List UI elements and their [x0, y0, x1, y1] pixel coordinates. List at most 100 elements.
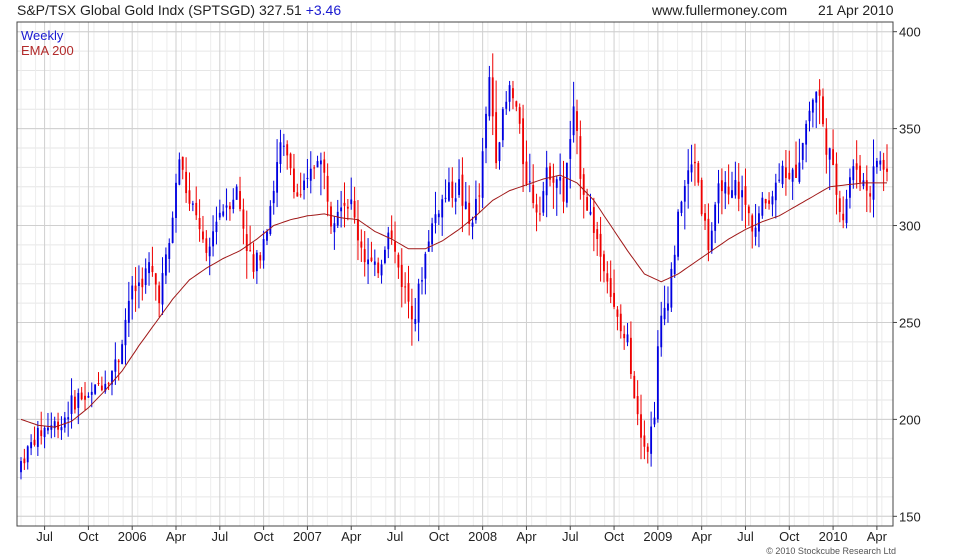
candle-body [225, 205, 228, 208]
candle-body [353, 200, 356, 218]
candle-body [255, 252, 258, 272]
candle-body [677, 211, 680, 257]
candle-body [383, 249, 386, 263]
candle-body [326, 175, 329, 202]
candle-body [835, 163, 838, 195]
candle-body [586, 197, 589, 211]
candle-body [838, 198, 841, 212]
candle-body [299, 194, 302, 196]
candle-body [582, 174, 585, 195]
x-tick-label: Oct [604, 529, 625, 544]
copyright-text: © 2010 Stockcube Research Ltd [766, 546, 896, 556]
candle-body [313, 167, 316, 169]
candle-body [228, 205, 231, 210]
candle-body [650, 426, 653, 454]
candle-body [704, 213, 706, 221]
candle-body [343, 202, 346, 206]
candle-body [538, 213, 541, 215]
candle-body [424, 253, 427, 279]
candle-body [30, 442, 33, 449]
candle-body [451, 181, 454, 198]
candle-body [20, 461, 22, 473]
candle-body [518, 107, 521, 124]
candle-body [636, 396, 639, 415]
candle-body [276, 162, 279, 193]
candle-body [198, 217, 201, 230]
candle-body [798, 162, 801, 182]
candle-body [683, 185, 686, 202]
candle-body [161, 273, 164, 305]
candle-body [656, 346, 659, 420]
candle-body [390, 230, 393, 239]
candle-body [707, 218, 710, 251]
candle-body [720, 180, 723, 192]
candle-body [562, 177, 565, 202]
candle-body [734, 180, 737, 196]
candle-body [481, 151, 484, 198]
x-tick-label: Apr [516, 529, 537, 544]
candle-body [387, 232, 390, 250]
candle-body [434, 214, 437, 224]
candle-body [522, 118, 525, 165]
candle-body [512, 88, 514, 99]
candle-body [700, 179, 703, 215]
candle-body [697, 163, 700, 183]
candle-body [774, 182, 777, 201]
candle-body [357, 219, 359, 241]
candle-body [43, 427, 46, 438]
candle-body [764, 198, 767, 204]
candle-body [842, 213, 845, 221]
candle-body [188, 190, 191, 204]
candle-body [350, 199, 353, 205]
x-tick-label: Apr [166, 529, 187, 544]
candle-body [818, 89, 821, 96]
candle-body [36, 427, 39, 447]
candle-body [168, 242, 171, 259]
candle-body [340, 207, 343, 212]
candle-body [515, 101, 518, 107]
candle-body [148, 262, 150, 274]
candle-body [458, 179, 460, 195]
candle-body [781, 165, 784, 185]
candle-body [454, 198, 457, 202]
candle-body [346, 206, 349, 209]
candle-body [215, 221, 218, 233]
candle-body [441, 199, 444, 218]
candle-body [60, 427, 63, 431]
candle-body [579, 136, 582, 179]
candle-body [235, 186, 238, 200]
candle-body [154, 273, 157, 285]
chart-grid [17, 22, 893, 526]
candle-body [127, 300, 130, 323]
candle-body [40, 430, 43, 437]
candle-body [80, 392, 83, 400]
candle-body [690, 164, 693, 173]
candle-body [323, 159, 326, 173]
candle-body [90, 391, 93, 395]
x-tick-label: 2006 [118, 529, 147, 544]
x-tick-label: Jul [737, 529, 754, 544]
candle-body [879, 160, 882, 165]
x-tick-label: Jul [211, 529, 228, 544]
candle-body [134, 285, 137, 292]
candle-body [801, 142, 804, 160]
candle-body [687, 170, 690, 184]
candle-body [643, 435, 646, 447]
candle-body [175, 182, 177, 218]
candle-body [592, 207, 595, 233]
candle-body [569, 139, 572, 159]
x-tick-label: 2007 [293, 529, 322, 544]
x-tick-label: Apr [867, 529, 888, 544]
y-tick-label: 250 [899, 315, 921, 330]
candle-body [407, 283, 410, 302]
candle-body [461, 174, 464, 206]
candle-body [680, 201, 683, 213]
candle-body [869, 193, 872, 197]
candle-body [859, 165, 861, 183]
candle-body [141, 278, 144, 288]
candle-body [811, 99, 814, 113]
y-axis: 150 200 250 300 350 400 [893, 25, 921, 524]
candle-body [77, 392, 80, 408]
candle-body [603, 254, 605, 272]
candle-body [400, 264, 403, 287]
